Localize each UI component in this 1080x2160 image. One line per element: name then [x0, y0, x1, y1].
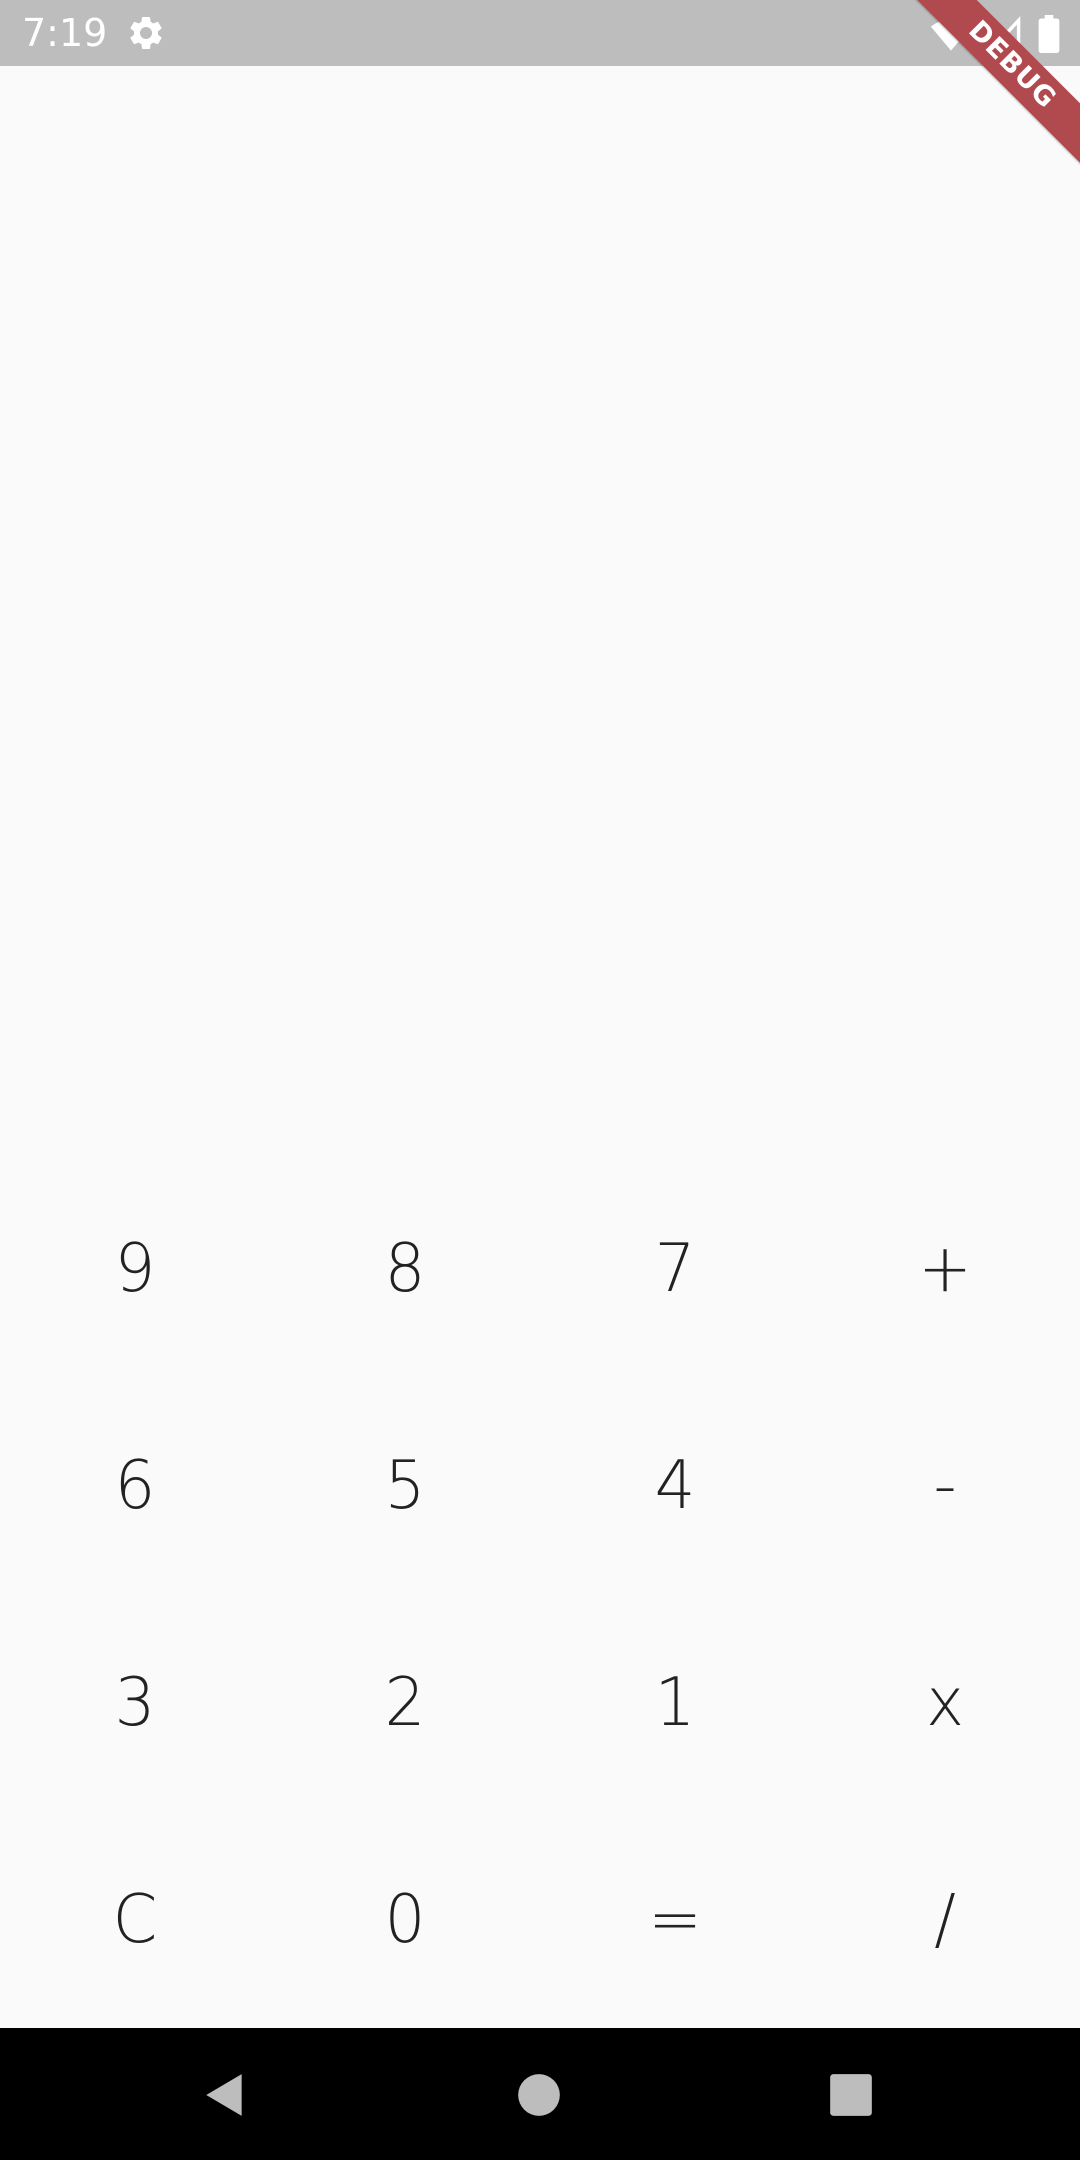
recents-icon[interactable]: [826, 2070, 876, 2120]
key-plus[interactable]: +: [810, 1160, 1080, 1377]
key-divide[interactable]: /: [810, 1811, 1080, 2028]
key-2[interactable]: 2: [270, 1594, 540, 1811]
back-icon[interactable]: [200, 2070, 250, 2120]
settings-icon: [126, 13, 166, 53]
status-time: 7:19: [22, 11, 108, 55]
key-minus[interactable]: -: [810, 1377, 1080, 1594]
key-7[interactable]: 7: [540, 1160, 810, 1377]
key-4[interactable]: 4: [540, 1377, 810, 1594]
status-bar: 7:19: [0, 0, 1080, 66]
home-icon[interactable]: [514, 2070, 564, 2120]
key-9[interactable]: 9: [0, 1160, 270, 1377]
key-clear[interactable]: C: [0, 1811, 270, 2028]
calculator-display: [0, 66, 1080, 1160]
key-multiply[interactable]: x: [810, 1594, 1080, 1811]
keypad: 9 8 7 + 6 5 4 - 3 2 1 x C 0 = /: [0, 1160, 1080, 2028]
key-0[interactable]: 0: [270, 1811, 540, 2028]
key-6[interactable]: 6: [0, 1377, 270, 1594]
key-5[interactable]: 5: [270, 1377, 540, 1594]
key-8[interactable]: 8: [270, 1160, 540, 1377]
key-equals[interactable]: =: [540, 1811, 810, 2028]
battery-icon: [1038, 15, 1060, 53]
navigation-bar: [0, 2028, 1080, 2160]
key-1[interactable]: 1: [540, 1594, 810, 1811]
key-3[interactable]: 3: [0, 1594, 270, 1811]
app-screen: 7:19 DEBUG 9 8 7 + 6 5 4 - 3 2 1 x C 0 =…: [0, 0, 1080, 2160]
